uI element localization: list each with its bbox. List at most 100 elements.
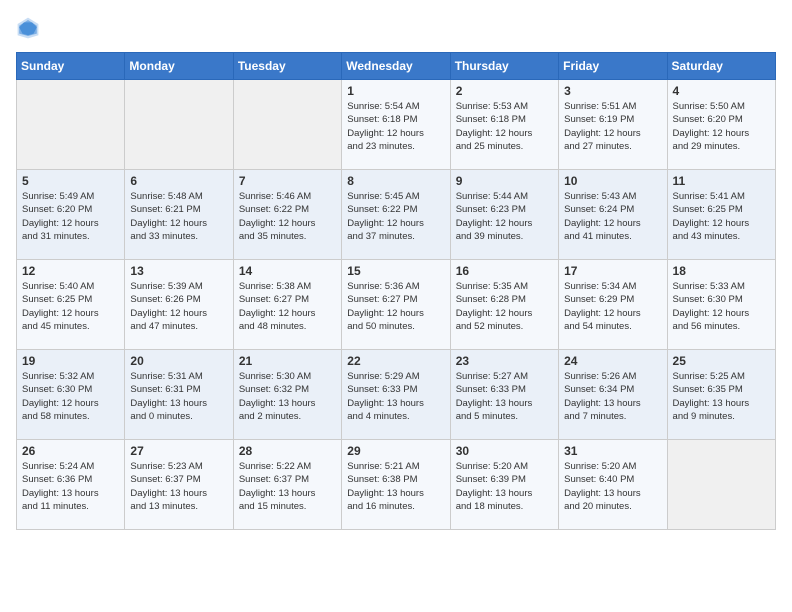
day-info: Sunrise: 5:51 AM Sunset: 6:19 PM Dayligh… [564,100,661,153]
day-number: 20 [130,354,227,368]
day-info: Sunrise: 5:36 AM Sunset: 6:27 PM Dayligh… [347,280,444,333]
calendar-cell: 3 Sunrise: 5:51 AM Sunset: 6:19 PM Daylig… [559,80,667,170]
calendar-cell: 16 Sunrise: 5:35 AM Sunset: 6:28 PM Dayli… [450,260,558,350]
day-info: Sunrise: 5:44 AM Sunset: 6:23 PM Dayligh… [456,190,553,243]
calendar-cell: 28 Sunrise: 5:22 AM Sunset: 6:37 PM Dayli… [233,440,341,530]
calendar-week-5: 26 Sunrise: 5:24 AM Sunset: 6:36 PM Dayli… [17,440,776,530]
day-number: 30 [456,444,553,458]
calendar-week-1: 1Sunrise: 5:54 AM Sunset: 6:18 PM Daylig… [17,80,776,170]
day-number: 15 [347,264,444,278]
day-number: 14 [239,264,336,278]
calendar-cell [125,80,233,170]
day-number: 7 [239,174,336,188]
day-number: 3 [564,84,661,98]
calendar-cell: 30Sunrise: 5:20 AM Sunset: 6:39 PM Dayli… [450,440,558,530]
day-info: Sunrise: 5:23 AM Sunset: 6:37 PM Dayligh… [130,460,227,513]
calendar-cell [667,440,775,530]
day-number: 31 [564,444,661,458]
day-info: Sunrise: 5:34 AM Sunset: 6:29 PM Dayligh… [564,280,661,333]
calendar-cell: 25Sunrise: 5:25 AM Sunset: 6:35 PM Dayli… [667,350,775,440]
weekday-header-saturday: Saturday [667,53,775,80]
calendar-week-3: 12Sunrise: 5:40 AM Sunset: 6:25 PM Dayli… [17,260,776,350]
day-info: Sunrise: 5:33 AM Sunset: 6:30 PM Dayligh… [673,280,770,333]
calendar-cell: 24 Sunrise: 5:26 AM Sunset: 6:34 PM Dayli… [559,350,667,440]
calendar-cell: 29 Sunrise: 5:21 AM Sunset: 6:38 PM Dayli… [342,440,450,530]
calendar-cell: 21 Sunrise: 5:30 AM Sunset: 6:32 PM Dayli… [233,350,341,440]
day-info: Sunrise: 5:48 AM Sunset: 6:21 PM Dayligh… [130,190,227,243]
day-number: 28 [239,444,336,458]
weekday-header-wednesday: Wednesday [342,53,450,80]
header [16,16,776,40]
calendar-cell: 23 Sunrise: 5:27 AM Sunset: 6:33 PM Dayli… [450,350,558,440]
calendar-cell: 2 Sunrise: 5:53 AM Sunset: 6:18 PM Daylig… [450,80,558,170]
day-info: Sunrise: 5:53 AM Sunset: 6:18 PM Dayligh… [456,100,553,153]
calendar-cell: 22Sunrise: 5:29 AM Sunset: 6:33 PM Dayli… [342,350,450,440]
day-number: 22 [347,354,444,368]
day-info: Sunrise: 5:27 AM Sunset: 6:33 PM Dayligh… [456,370,553,423]
day-number: 21 [239,354,336,368]
day-number: 18 [673,264,770,278]
calendar-cell: 8 Sunrise: 5:45 AM Sunset: 6:22 PM Daylig… [342,170,450,260]
day-info: Sunrise: 5:26 AM Sunset: 6:34 PM Dayligh… [564,370,661,423]
day-number: 8 [347,174,444,188]
calendar-cell [17,80,125,170]
calendar-cell: 9 Sunrise: 5:44 AM Sunset: 6:23 PM Daylig… [450,170,558,260]
calendar-cell: 18 Sunrise: 5:33 AM Sunset: 6:30 PM Dayli… [667,260,775,350]
calendar-cell: 27 Sunrise: 5:23 AM Sunset: 6:37 PM Dayli… [125,440,233,530]
day-info: Sunrise: 5:50 AM Sunset: 6:20 PM Dayligh… [673,100,770,153]
day-info: Sunrise: 5:41 AM Sunset: 6:25 PM Dayligh… [673,190,770,243]
calendar-cell: 7 Sunrise: 5:46 AM Sunset: 6:22 PM Daylig… [233,170,341,260]
day-number: 29 [347,444,444,458]
day-number: 13 [130,264,227,278]
weekday-header-monday: Monday [125,53,233,80]
day-info: Sunrise: 5:25 AM Sunset: 6:35 PM Dayligh… [673,370,770,423]
day-info: Sunrise: 5:22 AM Sunset: 6:37 PM Dayligh… [239,460,336,513]
day-number: 26 [22,444,119,458]
calendar-cell: 13 Sunrise: 5:39 AM Sunset: 6:26 PM Dayli… [125,260,233,350]
calendar-cell [233,80,341,170]
day-info: Sunrise: 5:49 AM Sunset: 6:20 PM Dayligh… [22,190,119,243]
day-number: 19 [22,354,119,368]
day-info: Sunrise: 5:24 AM Sunset: 6:36 PM Dayligh… [22,460,119,513]
calendar-cell: 14 Sunrise: 5:38 AM Sunset: 6:27 PM Dayli… [233,260,341,350]
calendar-cell: 26 Sunrise: 5:24 AM Sunset: 6:36 PM Dayli… [17,440,125,530]
day-number: 24 [564,354,661,368]
day-number: 16 [456,264,553,278]
day-number: 9 [456,174,553,188]
calendar-cell: 1Sunrise: 5:54 AM Sunset: 6:18 PM Daylig… [342,80,450,170]
day-number: 23 [456,354,553,368]
day-number: 17 [564,264,661,278]
calendar-cell: 17 Sunrise: 5:34 AM Sunset: 6:29 PM Dayli… [559,260,667,350]
day-number: 2 [456,84,553,98]
day-number: 1 [347,84,444,98]
weekday-header-row: SundayMondayTuesdayWednesdayThursdayFrid… [17,53,776,80]
day-info: Sunrise: 5:46 AM Sunset: 6:22 PM Dayligh… [239,190,336,243]
calendar-table: SundayMondayTuesdayWednesdayThursdayFrid… [16,52,776,530]
calendar-cell: 12Sunrise: 5:40 AM Sunset: 6:25 PM Dayli… [17,260,125,350]
day-info: Sunrise: 5:39 AM Sunset: 6:26 PM Dayligh… [130,280,227,333]
day-info: Sunrise: 5:45 AM Sunset: 6:22 PM Dayligh… [347,190,444,243]
day-info: Sunrise: 5:21 AM Sunset: 6:38 PM Dayligh… [347,460,444,513]
day-info: Sunrise: 5:43 AM Sunset: 6:24 PM Dayligh… [564,190,661,243]
weekday-header-friday: Friday [559,53,667,80]
day-info: Sunrise: 5:30 AM Sunset: 6:32 PM Dayligh… [239,370,336,423]
day-info: Sunrise: 5:38 AM Sunset: 6:27 PM Dayligh… [239,280,336,333]
logo-icon [16,16,40,40]
calendar-cell: 6 Sunrise: 5:48 AM Sunset: 6:21 PM Daylig… [125,170,233,260]
day-number: 11 [673,174,770,188]
day-number: 27 [130,444,227,458]
day-info: Sunrise: 5:20 AM Sunset: 6:40 PM Dayligh… [564,460,661,513]
calendar-cell: 11 Sunrise: 5:41 AM Sunset: 6:25 PM Dayli… [667,170,775,260]
day-info: Sunrise: 5:31 AM Sunset: 6:31 PM Dayligh… [130,370,227,423]
calendar-week-4: 19Sunrise: 5:32 AM Sunset: 6:30 PM Dayli… [17,350,776,440]
calendar-cell: 19Sunrise: 5:32 AM Sunset: 6:30 PM Dayli… [17,350,125,440]
calendar-cell: 10 Sunrise: 5:43 AM Sunset: 6:24 PM Dayli… [559,170,667,260]
calendar-cell: 20 Sunrise: 5:31 AM Sunset: 6:31 PM Dayli… [125,350,233,440]
weekday-header-tuesday: Tuesday [233,53,341,80]
weekday-header-sunday: Sunday [17,53,125,80]
day-number: 10 [564,174,661,188]
day-info: Sunrise: 5:35 AM Sunset: 6:28 PM Dayligh… [456,280,553,333]
day-number: 6 [130,174,227,188]
calendar-cell: 15 Sunrise: 5:36 AM Sunset: 6:27 PM Dayli… [342,260,450,350]
day-info: Sunrise: 5:40 AM Sunset: 6:25 PM Dayligh… [22,280,119,333]
